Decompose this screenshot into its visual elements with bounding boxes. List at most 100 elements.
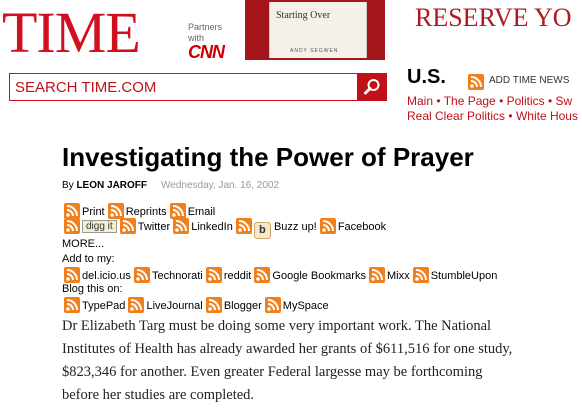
twitter-label: Twitter [137, 221, 171, 233]
nav-separator: • [508, 109, 516, 123]
body-line: Dr Elizabeth Targ must be doing some ver… [62, 318, 492, 334]
rss-icon [119, 218, 136, 234]
search-button[interactable] [357, 73, 387, 101]
rss-icon [64, 267, 80, 283]
facebook-button[interactable]: Facebook [319, 218, 387, 234]
ad-headline: RESERVE YO [415, 3, 572, 32]
linkedin-button[interactable]: LinkedIn [173, 218, 233, 234]
nav-link-sw[interactable]: Sw [556, 94, 573, 108]
rss-icon [128, 297, 145, 313]
typepad-button[interactable]: TypePad [64, 297, 125, 313]
rss-icon [319, 218, 336, 234]
technorati-label: Technorati [151, 270, 203, 282]
rss-icon [264, 297, 281, 313]
typepad-label: TypePad [82, 300, 126, 312]
myspace-label: MySpace [282, 300, 329, 312]
partners-with-label: Partners with [188, 22, 222, 44]
email-label: Email [187, 206, 216, 218]
technorati-button[interactable]: Technorati [133, 267, 203, 283]
digg-label: digg it [82, 220, 117, 233]
rss-icon [173, 218, 190, 234]
author-name[interactable]: LEON JAROFF [76, 180, 147, 191]
blogger-label: Blogger [223, 300, 262, 312]
rss-icon [205, 297, 222, 313]
nav-link-politics[interactable]: Politics [507, 94, 545, 108]
nav-link-main[interactable]: Main [407, 94, 433, 108]
reddit-label: reddit [223, 270, 252, 282]
body-line: Institutes of Health has already awarded… [62, 341, 513, 357]
ad-book-title: Starting Over [276, 10, 331, 21]
nav-separator: • [499, 94, 507, 108]
email-button[interactable]: Email [169, 203, 216, 219]
time-logo[interactable]: TIME [2, 4, 141, 62]
add-time-news-link[interactable]: ADD TIME NEWS [489, 75, 569, 86]
buzz-up-button[interactable]: b Buzz up! [235, 218, 317, 239]
blogger-button[interactable]: Blogger [205, 297, 262, 313]
rss-icon [205, 267, 222, 283]
partners-text: Partners [188, 22, 223, 32]
livejournal-button[interactable]: LiveJournal [128, 297, 203, 313]
tools-row-1: Print Reprints Email [64, 203, 215, 219]
stumbleupon-button[interactable]: StumbleUpon [412, 267, 497, 283]
ad-book-cover: Starting Over ANDY SEGWEN [269, 2, 367, 58]
print-button[interactable]: Print [64, 203, 105, 219]
article-body: Dr Elizabeth Targ must be doing some ver… [62, 315, 582, 407]
nav-row-1: Main • The Page • Politics • Sw [407, 94, 572, 108]
cnn-logo[interactable]: CNN [188, 42, 225, 63]
rss-icon [107, 203, 124, 219]
rss-icon [468, 74, 484, 90]
nav-separator: • [436, 94, 444, 108]
more-link[interactable]: MORE... [62, 238, 104, 250]
digg-button[interactable]: digg it [64, 218, 117, 234]
banner-ad[interactable]: Starting Over ANDY SEGWEN RESERVE YO [245, 0, 582, 60]
blogs-row: TypePad LiveJournal Blogger MySpace [64, 297, 329, 313]
reprints-button[interactable]: Reprints [107, 203, 167, 219]
reprints-label: Reprints [125, 206, 167, 218]
rss-icon [412, 267, 429, 283]
buzz-icon: b [253, 222, 271, 239]
body-line: $823,346 for another. Even greater Feder… [62, 364, 483, 380]
magnifier-icon [364, 79, 380, 95]
nav-separator: • [547, 94, 556, 108]
rss-icon [64, 203, 80, 219]
nav-link-white-house[interactable]: White Hous [516, 109, 578, 123]
myspace-button[interactable]: MySpace [264, 297, 329, 313]
mixx-button[interactable]: Mixx [369, 267, 410, 283]
article-headline: Investigating the Power of Prayer [62, 142, 474, 172]
linkedin-label: LinkedIn [191, 221, 233, 233]
google-bookmarks-button[interactable]: Google Bookmarks [254, 267, 366, 283]
livejournal-label: LiveJournal [146, 300, 203, 312]
nav-link-real-clear-politics[interactable]: Real Clear Politics [407, 109, 505, 123]
section-title: U.S. [407, 66, 446, 88]
rss-icon [64, 297, 80, 313]
reddit-button[interactable]: reddit [205, 267, 252, 283]
delicious-label: del.icio.us [82, 270, 131, 282]
search-box [9, 73, 361, 101]
tools-row-2: digg it Twitter LinkedIn b Buzz up! Face… [64, 218, 386, 239]
search-input[interactable] [10, 74, 361, 100]
rss-icon [235, 218, 252, 234]
byline-by: By [62, 180, 74, 191]
mixx-label: Mixx [387, 270, 410, 282]
rss-icon [133, 267, 150, 283]
rss-icon [64, 218, 80, 234]
byline: By LEON JAROFF [62, 180, 147, 191]
blog-this-on-label: Blog this on: [62, 283, 123, 295]
rss-icon [369, 267, 386, 283]
rss-icon [169, 203, 186, 219]
facebook-label: Facebook [337, 221, 387, 233]
nav-link-the-page[interactable]: The Page [444, 94, 496, 108]
twitter-button[interactable]: Twitter [119, 218, 171, 234]
delicious-button[interactable]: del.icio.us [64, 267, 131, 283]
bookmarks-row: del.icio.us Technorati reddit Google Boo… [64, 267, 497, 283]
rss-icon [254, 267, 271, 283]
google-bookmarks-label: Google Bookmarks [272, 270, 366, 282]
add-to-my-label: Add to my: [62, 253, 115, 265]
nav-row-2: Real Clear Politics • White Hous [407, 109, 578, 123]
print-label: Print [82, 206, 105, 218]
add-news-rss-icon-wrap[interactable] [468, 73, 486, 91]
ad-book-author: ANDY SEGWEN [290, 48, 339, 54]
body-line: before her studies are completed. [62, 387, 255, 403]
buzz-up-label: Buzz up! [273, 221, 317, 233]
article-date: Wednesday, Jan. 16, 2002 [161, 180, 280, 191]
